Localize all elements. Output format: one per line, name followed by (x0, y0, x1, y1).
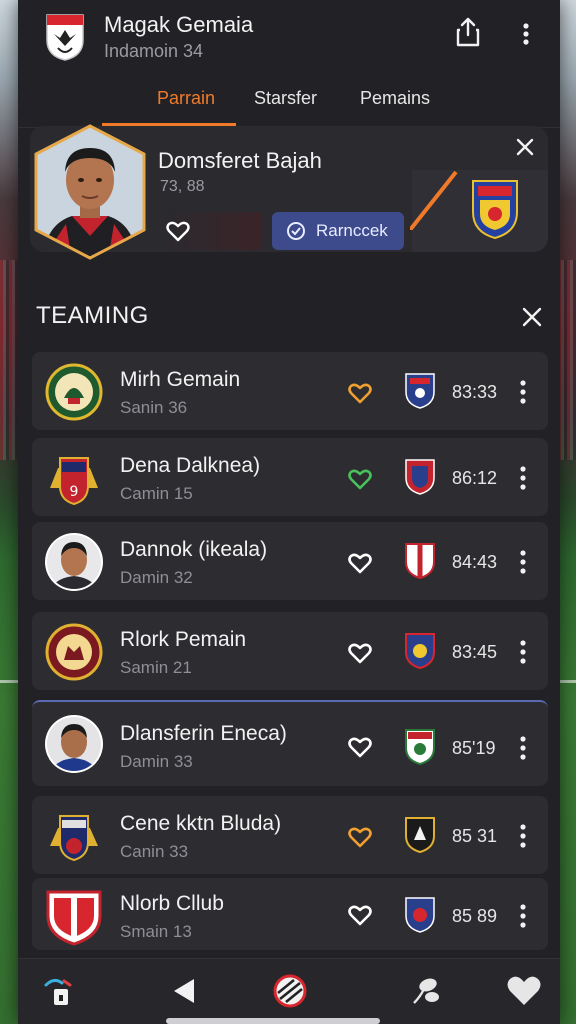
club-crest-icon: 9 (50, 457, 98, 506)
more-vertical-icon[interactable] (518, 822, 528, 850)
row-time: 85 89 (452, 906, 498, 926)
list-item[interactable]: Dlansferin Eneca) Damin 33 85'19 (32, 700, 548, 786)
clock-icon (287, 222, 305, 240)
row-time: 85'19 (452, 738, 496, 758)
row-subtitle: Damin 33 (120, 752, 193, 771)
heart-icon[interactable] (348, 736, 372, 758)
heart-icon[interactable] (348, 552, 372, 574)
list-item[interactable]: Cene kktn Bluda) Canin 33 85 31 (32, 796, 548, 874)
featured-player-name: Domsferet Bajah (158, 148, 322, 173)
bottom-nav (18, 958, 560, 1024)
club-crest-icon (405, 633, 435, 670)
heart-icon[interactable] (504, 971, 544, 1011)
plant-icon[interactable] (404, 971, 444, 1011)
app-panel: Magak Gemaia Indamoin 34 Parrain Starsfe… (18, 0, 560, 1024)
club-crest-icon (46, 890, 102, 946)
app-subtitle: Indamoin 34 (104, 41, 204, 61)
row-subtitle: Damin 32 (120, 568, 193, 587)
club-crest-icon (45, 623, 103, 681)
more-vertical-icon[interactable] (518, 902, 528, 930)
row-time: 83:33 (452, 382, 498, 402)
row-time: 83:45 (452, 642, 498, 662)
list-item[interactable]: Rlork Pemain Samin 21 83:45 (32, 612, 548, 690)
featured-action-label: Rarnccek (316, 221, 388, 240)
ball-icon[interactable] (270, 971, 310, 1011)
club-crest-icon (405, 373, 435, 409)
heart-icon[interactable] (348, 642, 372, 664)
club-crest-icon (405, 897, 435, 933)
list-item[interactable]: Mirh Gemain Sanin 36 83:33 (32, 352, 548, 430)
row-subtitle: Samin 21 (120, 658, 192, 677)
svg-text:9: 9 (70, 484, 79, 500)
row-subtitle: Sanin 36 (120, 398, 188, 417)
featured-player-meta: 73, 88 (160, 178, 205, 195)
row-title: Dlansferin Eneca) (120, 722, 287, 745)
more-vertical-icon[interactable] (518, 378, 528, 406)
like-button[interactable] (158, 212, 262, 250)
row-title: Rlork Pemain (120, 628, 247, 651)
more-vertical-icon[interactable] (518, 638, 528, 666)
club-crest-icon (405, 543, 435, 580)
app-header: Magak Gemaia Indamoin 34 (18, 0, 560, 78)
row-title: Dannok (ikeala) (120, 538, 268, 561)
row-time: 86:12 (452, 468, 498, 488)
accent-stripe (410, 170, 458, 230)
row-title: Dena Dalknea) (120, 454, 261, 477)
featured-action-button[interactable]: Rarnccek (272, 212, 404, 250)
row-subtitle: Canin 33 (120, 842, 189, 861)
share-icon[interactable] (454, 16, 482, 48)
more-vertical-icon[interactable] (518, 464, 528, 492)
club-crest-icon (405, 729, 435, 766)
more-vertical-icon[interactable] (516, 18, 536, 50)
tab-pemains[interactable]: Pemains (360, 88, 430, 109)
row-subtitle: Camin 15 (120, 484, 193, 503)
close-icon[interactable] (520, 305, 544, 329)
player-portrait-icon (34, 124, 146, 260)
tab-parrain[interactable]: Parrain (157, 88, 215, 109)
club-crest-icon (46, 14, 84, 61)
home-indicator[interactable] (166, 1018, 380, 1024)
club-crest-icon (50, 815, 98, 862)
tab-bar: Parrain Starsfer Pemains (18, 78, 560, 128)
row-title: Cene kktn Bluda) (120, 812, 282, 835)
back-icon[interactable] (164, 971, 204, 1011)
app-title: Magak Gemaia (104, 12, 254, 37)
section-title: TEAMING (36, 302, 149, 329)
player-portrait-icon (45, 533, 103, 591)
close-icon[interactable] (514, 136, 536, 158)
club-crest-icon (472, 180, 518, 240)
heart-icon[interactable] (348, 382, 372, 404)
list-item[interactable]: Nlorb Cllub Smain 13 85 89 (32, 878, 548, 950)
featured-player-card[interactable]: Domsferet Bajah 73, 88 Rarnccek (30, 124, 548, 260)
more-vertical-icon[interactable] (518, 548, 528, 576)
more-vertical-icon[interactable] (518, 734, 528, 762)
list-item[interactable]: 9 Dena Dalknea) Camin 15 86:12 (32, 438, 548, 516)
club-crest-icon (405, 817, 435, 854)
club-crest-icon (405, 459, 435, 495)
row-time: 84:43 (452, 552, 498, 572)
row-title: Nlorb Cllub (120, 892, 224, 915)
row-title: Mirh Gemain (120, 368, 241, 391)
list-item[interactable]: Dannok (ikeala) Damin 32 84:43 (32, 522, 548, 600)
row-subtitle: Smain 13 (120, 922, 192, 941)
tag-icon[interactable] (40, 971, 80, 1011)
club-crest-icon (45, 363, 103, 421)
tab-starsfer[interactable]: Starsfer (254, 88, 317, 109)
heart-icon[interactable] (348, 904, 372, 926)
heart-icon[interactable] (348, 468, 372, 490)
player-portrait-icon (45, 715, 103, 773)
row-time: 85 31 (452, 826, 498, 846)
heart-icon[interactable] (348, 826, 372, 848)
heart-icon (166, 221, 190, 242)
